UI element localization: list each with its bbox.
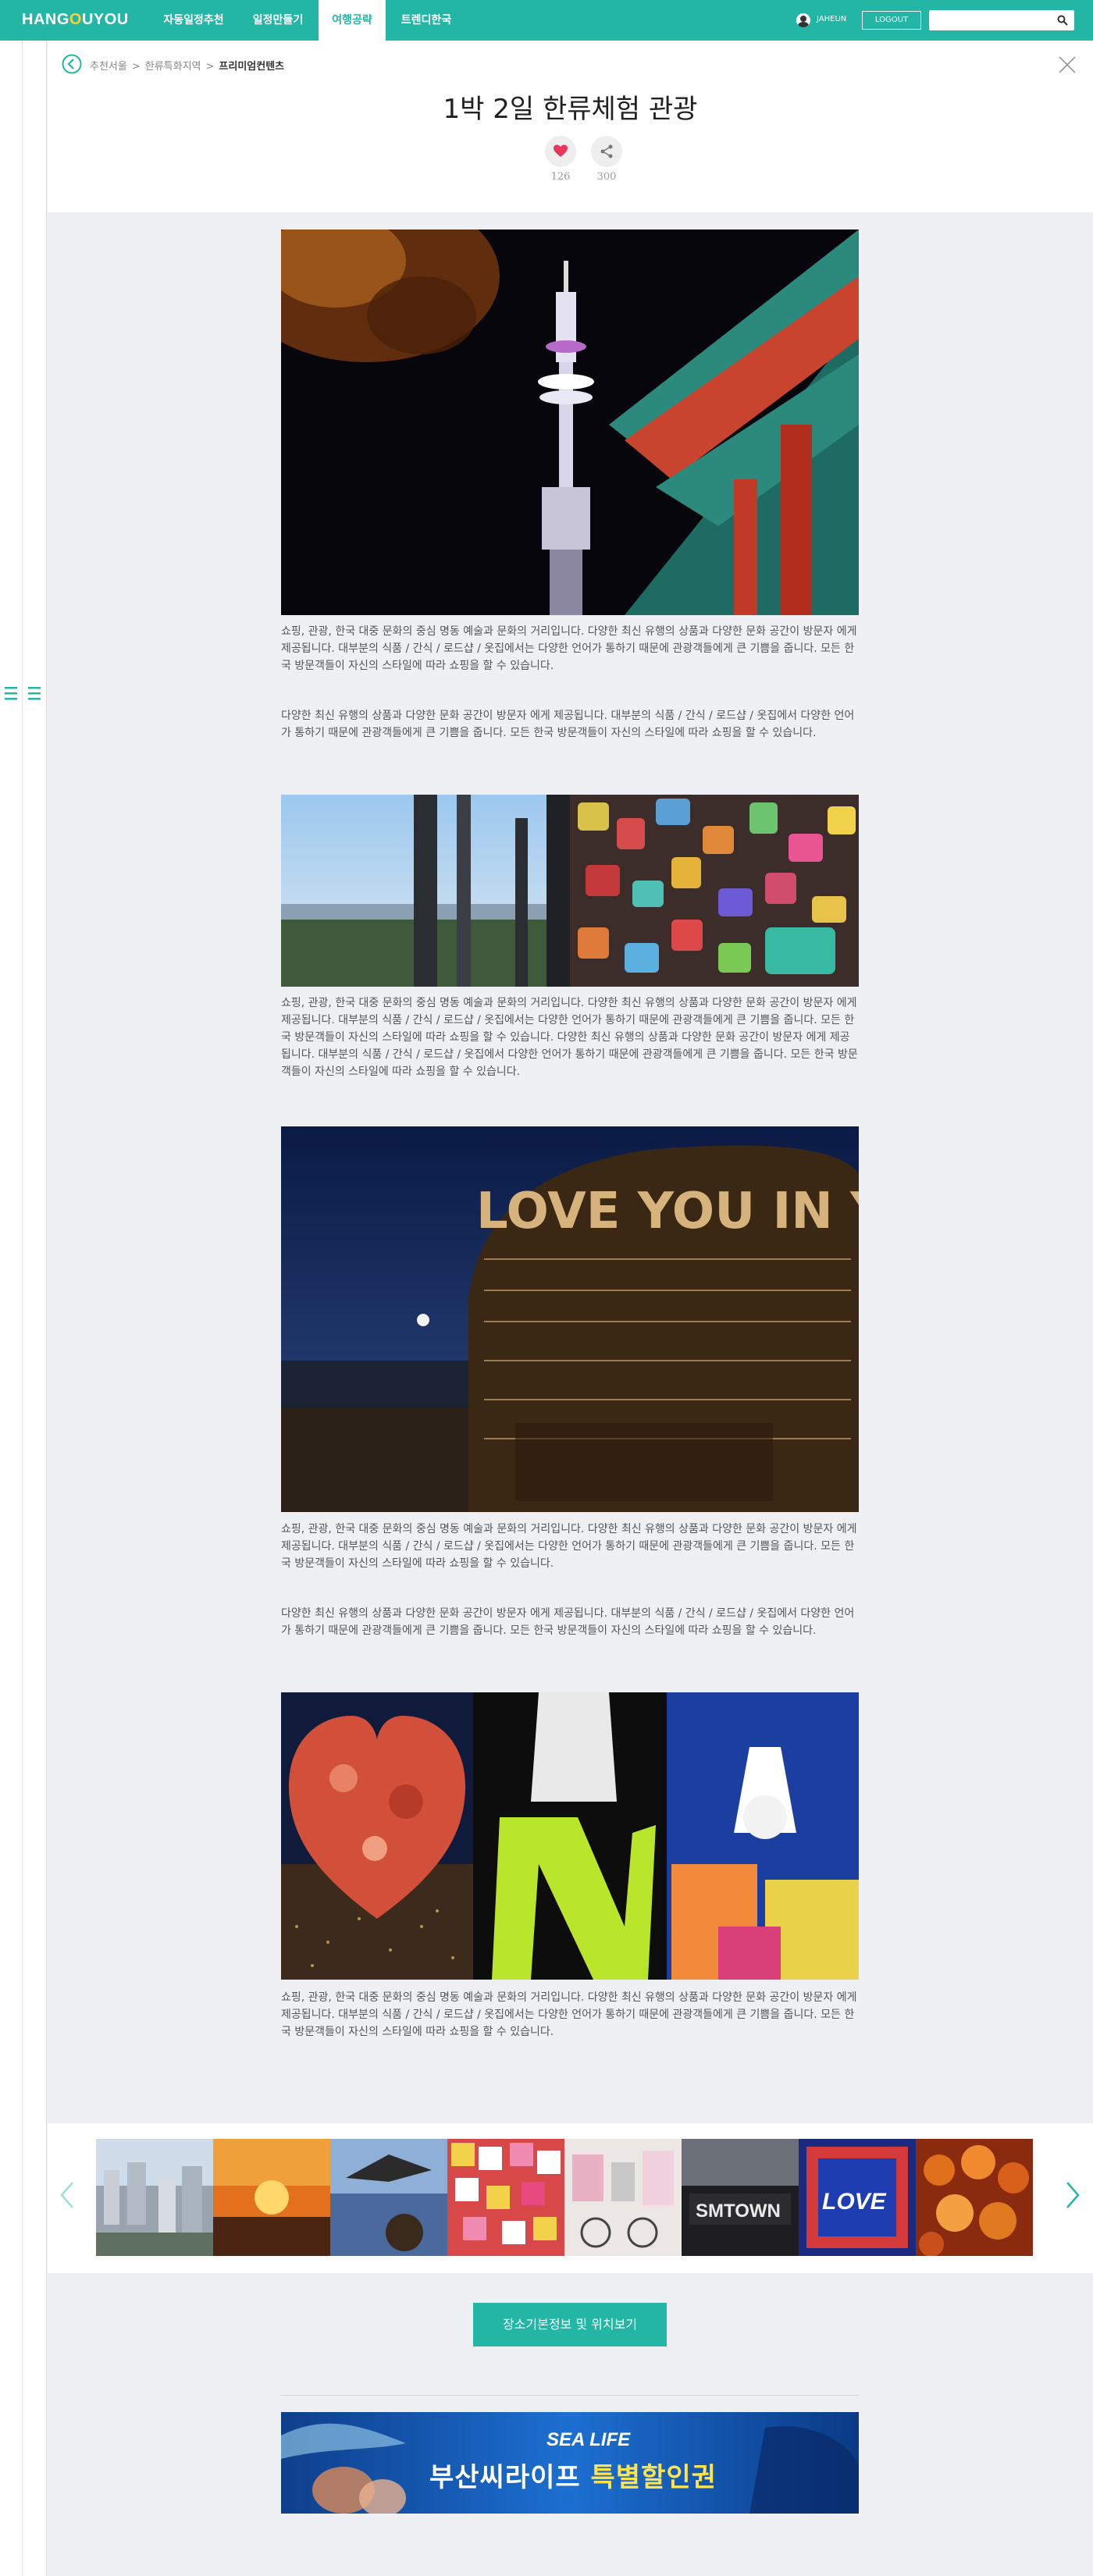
- site-logo[interactable]: HANGOUYOU: [22, 11, 129, 29]
- svg-text:LOVE: LOVE: [822, 2189, 887, 2215]
- paragraph: 쇼핑, 관광, 한국 대중 문화의 중심 명동 예술과 문화의 거리입니다. 다…: [281, 997, 858, 1078]
- like-button[interactable]: [545, 136, 576, 167]
- related-photos-carousel: SMTOWN LOVE: [48, 2123, 1093, 2273]
- breadcrumb: 추천서울 > 한류특화지역 > 프리미엄컨텐츠: [90, 58, 284, 73]
- top-nav-bar: HANGOUYOU 자동일정추천 일정만들기 여행공략 트렌디한국 JAHEUN…: [0, 0, 1093, 41]
- sealife-logo: SEA LIFE: [546, 2429, 631, 2450]
- carousel-next-icon[interactable]: [1063, 2179, 1081, 2211]
- carousel-thumbnail[interactable]: [96, 2139, 213, 2256]
- breadcrumb-current: 프리미엄컨텐츠: [219, 61, 285, 73]
- close-icon[interactable]: [1057, 55, 1077, 75]
- carousel-thumbnail[interactable]: [916, 2139, 1033, 2256]
- svg-text:SMTOWN: SMTOWN: [696, 2201, 781, 2222]
- breadcrumb-item[interactable]: 추천서울: [90, 61, 127, 73]
- carousel-thumbnail[interactable]: [213, 2139, 330, 2256]
- nav-tab-trendy-korea[interactable]: 트렌디한국: [386, 0, 467, 41]
- paragraph: 다양한 최신 유행의 상품과 다양한 문화 공간이 방문자 에게 제공됩니다. …: [281, 710, 855, 739]
- nav-tab-auto-schedule[interactable]: 자동일정추천: [150, 0, 237, 41]
- sealife-promo-banner[interactable]: SEA LIFE 부산씨라이프 특별할인권: [281, 2412, 859, 2514]
- carousel-thumbnail[interactable]: LOVE: [799, 2139, 916, 2256]
- breadcrumb-item[interactable]: 한류특화지역: [145, 61, 201, 73]
- logout-button[interactable]: LOGOUT: [862, 11, 921, 30]
- sculpture-text: LOVE YOU IN YOUR LOVE WHEN WE SEOUL IN L…: [476, 1183, 859, 1240]
- breadcrumb-separator: >: [205, 61, 215, 73]
- share-icon: [600, 144, 613, 158]
- share-button[interactable]: [591, 136, 622, 167]
- paragraph: 다양한 최신 유행의 상품과 다양한 문화 공간이 방문자 에게 제공됩니다. …: [281, 1607, 855, 1637]
- paragraph: 쇼핑, 관광, 한국 대중 문화의 중심 명동 예술과 문화의 거리입니다. 다…: [281, 1991, 857, 2038]
- paragraph: 쇼핑, 관광, 한국 대중 문화의 중심 명동 예술과 문화의 거리입니다. 다…: [281, 625, 857, 672]
- heart-icon: [554, 144, 568, 157]
- section-divider: [281, 2395, 859, 2396]
- like-count: 126: [550, 171, 571, 183]
- carousel-thumbnail[interactable]: [447, 2139, 564, 2256]
- photo-heart-tower-collage: [281, 1692, 859, 1980]
- back-arrow-icon[interactable]: [62, 54, 82, 74]
- left-sidebar: [0, 41, 47, 2576]
- photo-seoul-tower: [281, 229, 859, 615]
- page-title: 1박 2일 한류체험 관광: [443, 94, 698, 125]
- nav-tab-travel-guide[interactable]: 여행공략: [319, 0, 386, 41]
- paragraph: 쇼핑, 관광, 한국 대중 문화의 중심 명동 예술과 문화의 거리입니다. 다…: [281, 1523, 857, 1570]
- location-info-button[interactable]: 장소기본정보 및 위치보기: [473, 2303, 667, 2347]
- menu-icon[interactable]: [5, 685, 42, 703]
- banner-headline: 부산씨라이프 특별할인권: [429, 2462, 717, 2493]
- carousel-thumbnail[interactable]: [564, 2139, 682, 2256]
- user-avatar-icon[interactable]: [796, 13, 810, 27]
- share-count: 300: [596, 171, 617, 183]
- search-icon[interactable]: [1057, 15, 1068, 26]
- carousel-thumbnail[interactable]: SMTOWN: [682, 2139, 799, 2256]
- breadcrumb-separator: >: [131, 61, 141, 73]
- sidebar-divider: [22, 41, 23, 2576]
- article-header: 추천서울 > 한류특화지역 > 프리미엄컨텐츠 1박 2일 한류체험 관광 126 30…: [48, 41, 1093, 212]
- photo-love-sculpture: LOVE YOU IN YOUR LOVE WHEN WE SEOUL IN L…: [281, 1126, 859, 1512]
- search-input[interactable]: [929, 10, 1074, 30]
- carousel-prev-icon[interactable]: [59, 2179, 77, 2211]
- carousel-thumbnail[interactable]: [330, 2139, 447, 2256]
- photo-tower-view-and-locks: [281, 795, 859, 987]
- user-name[interactable]: JAHEUN: [817, 15, 846, 23]
- nav-tab-make-schedule[interactable]: 일정만들기: [237, 0, 319, 41]
